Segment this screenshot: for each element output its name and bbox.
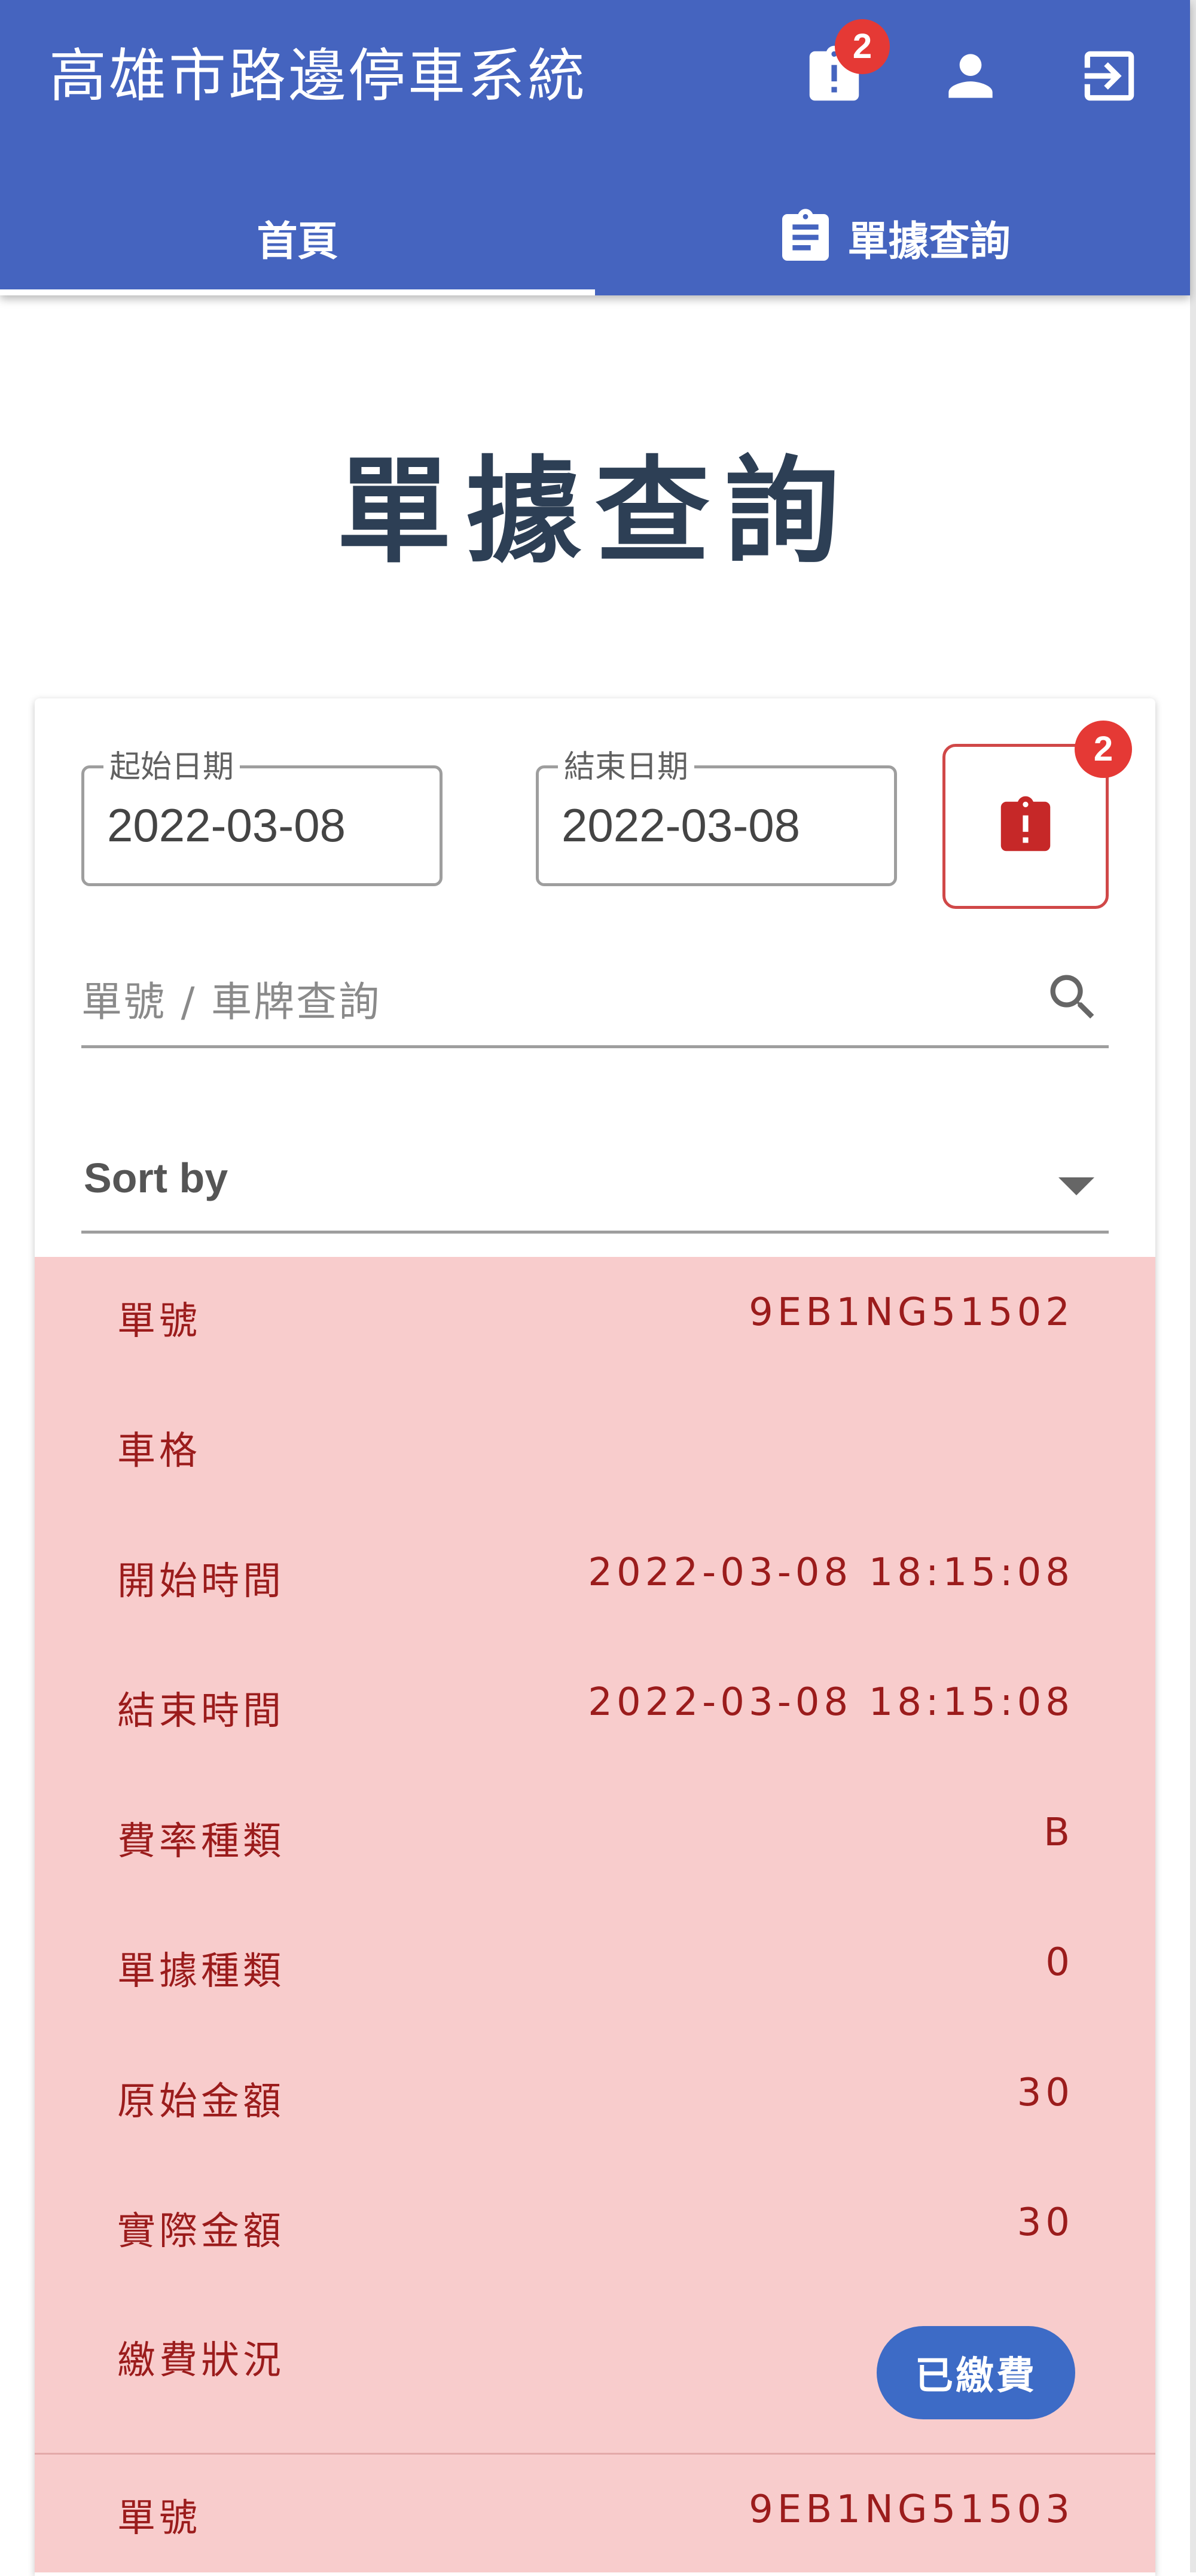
ticket-divider xyxy=(35,2453,1155,2455)
caret-down-icon xyxy=(1058,1177,1094,1195)
tab-home[interactable]: 首頁 xyxy=(0,179,595,295)
ticket-row-value: 30 xyxy=(1017,2200,1074,2245)
tab-receipt-query[interactable]: 單據查詢 xyxy=(595,179,1190,295)
ticket-row-label: 單號 xyxy=(117,1299,201,1344)
ticket-row-value: B xyxy=(1044,1811,1074,1855)
ticket-row-value: 9EB1NG51503 xyxy=(749,2488,1074,2532)
search-input[interactable]: 單號 / 車牌查詢 xyxy=(81,969,381,1028)
tab-active-indicator xyxy=(0,289,595,295)
notification-alert-button[interactable]: 2 xyxy=(801,19,890,109)
start-date-value: 2022-03-08 xyxy=(107,799,346,851)
account-button[interactable] xyxy=(938,43,1003,109)
notification-badge: 2 xyxy=(835,19,890,74)
sort-select[interactable] xyxy=(81,1136,1109,1232)
ticket-row-label: 實際金額 xyxy=(117,2209,285,2254)
ticket-row-value: 30 xyxy=(1017,2071,1074,2115)
tab-receipt-query-label: 單據查詢 xyxy=(847,218,1011,265)
clipboard-text-icon xyxy=(782,209,829,261)
app-bar: 高雄市路邊停車系統 2 首頁 單據查詢 xyxy=(0,0,1190,295)
ticket-row-value: 2022-03-08 18:15:08 xyxy=(588,1680,1074,1725)
ticket-row-label: 結束時間 xyxy=(117,1689,285,1733)
tab-home-label: 首頁 xyxy=(257,218,338,265)
ticket-row-label: 單據種類 xyxy=(117,1949,285,1994)
ticket-row-value: 9EB1NG51502 xyxy=(749,1290,1074,1335)
page-title: 單據查詢 xyxy=(337,445,853,579)
app-title: 高雄市路邊停車系統 xyxy=(49,42,587,109)
ticket-row-label: 開始時間 xyxy=(117,1559,285,1604)
alert-filter-button[interactable]: 2 xyxy=(942,721,1132,909)
end-date-label: 結束日期 xyxy=(558,749,695,785)
page-scrollbar[interactable] xyxy=(1190,0,1196,2572)
ticket-row-value: 2022-03-08 18:15:08 xyxy=(588,1551,1074,1595)
alert-badge: 2 xyxy=(1075,721,1132,778)
clipboard-alert-icon xyxy=(1000,796,1051,851)
search-icon[interactable] xyxy=(1043,967,1103,1027)
account-icon xyxy=(948,54,993,98)
start-date-label: 起始日期 xyxy=(103,749,240,785)
ticket-row-label: 單號 xyxy=(117,2496,201,2541)
end-date-value: 2022-03-08 xyxy=(562,799,800,851)
end-date-field[interactable]: 結束日期 2022-03-08 xyxy=(536,749,897,886)
ticket-row-label: 車格 xyxy=(117,1429,201,1473)
logout-button[interactable] xyxy=(1076,43,1142,109)
payment-status-button[interactable]: 已繳費 xyxy=(877,2326,1075,2419)
ticket-row-value: 0 xyxy=(1045,1940,1074,1985)
ticket-row-label: 原始金額 xyxy=(117,2080,285,2124)
search-underline xyxy=(81,1045,1109,1048)
logout-icon xyxy=(1084,51,1134,101)
sort-label: Sort by xyxy=(84,1155,228,1201)
sort-underline xyxy=(81,1231,1109,1234)
ticket-row-label: 繳費狀況 xyxy=(117,2339,285,2383)
start-date-field[interactable]: 起始日期 2022-03-08 xyxy=(81,749,443,886)
ticket-row-label: 費率種類 xyxy=(117,1820,285,1864)
